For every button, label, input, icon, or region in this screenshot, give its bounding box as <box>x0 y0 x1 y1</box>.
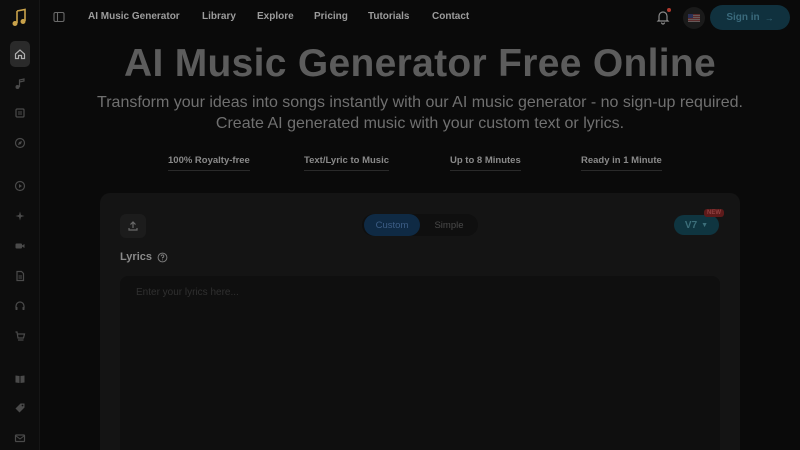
nav-link-pricing[interactable]: Pricing <box>314 11 348 22</box>
feature-royalty-free: 100% Royalty-free <box>168 155 250 171</box>
feature-length: Up to 8 Minutes <box>450 155 521 171</box>
sidebar-item-sparkles[interactable] <box>9 205 31 227</box>
sidebar-toggle-icon[interactable] <box>53 11 65 23</box>
lyrics-label-text: Lyrics <box>120 251 153 263</box>
nav-link-ai-music-generator[interactable]: AI Music Generator <box>88 11 180 22</box>
page-title: AI Music Generator Free Online <box>124 42 716 85</box>
compass-icon <box>14 137 26 149</box>
sidebar-item-book[interactable] <box>9 368 31 390</box>
circle-play-icon <box>14 180 26 192</box>
sidebar-item-headphones[interactable] <box>9 295 31 317</box>
lyrics-label: Lyrics <box>120 251 168 263</box>
model-version-dropdown[interactable]: V7 ▼ <box>674 215 719 235</box>
feature-text-to-music: Text/Lyric to Music <box>304 155 389 171</box>
sidebar-item-video[interactable] <box>9 235 31 257</box>
sidebar-item-pricing[interactable] <box>9 397 31 419</box>
upload-button[interactable] <box>120 214 146 238</box>
tag-icon <box>15 403 25 413</box>
mode-custom-tab[interactable]: Custom <box>364 214 420 236</box>
sidebar-item-library[interactable] <box>9 102 31 124</box>
music-note-icon <box>15 78 25 89</box>
notification-dot <box>667 8 671 12</box>
sidebar-item-cart[interactable] <box>9 325 31 347</box>
lyrics-input[interactable]: Enter your lyrics here... <box>120 276 720 450</box>
hero-subtitle-line-1: Transform your ideas into songs instantl… <box>97 94 743 111</box>
language-selector[interactable] <box>683 7 705 29</box>
us-flag-icon <box>688 14 700 22</box>
feature-speed: Ready in 1 Minute <box>581 155 662 171</box>
generator-card: Custom Simple V7 ▼ NEW Lyrics Enter your… <box>100 193 740 450</box>
chevron-down-icon: ▼ <box>701 221 709 229</box>
arrow-right-icon: → <box>764 12 774 23</box>
nav-link-contact[interactable]: Contact <box>432 11 469 22</box>
sidebar-item-document[interactable] <box>9 265 31 287</box>
mail-icon <box>14 434 26 443</box>
sidebar-item-music[interactable] <box>9 73 31 95</box>
sidebar-item-player[interactable] <box>9 175 31 197</box>
nav-link-explore[interactable]: Explore <box>257 11 294 22</box>
mode-simple-tab[interactable]: Simple <box>422 214 476 236</box>
help-icon[interactable] <box>157 252 168 263</box>
book-icon <box>15 375 25 383</box>
document-icon <box>16 270 25 282</box>
cart-icon <box>15 331 26 341</box>
home-icon <box>14 49 26 60</box>
mode-toggle: Custom Simple <box>362 214 478 236</box>
version-label: V7 <box>684 219 698 231</box>
sidebar-item-explore[interactable] <box>9 132 31 154</box>
new-badge: NEW <box>704 209 724 217</box>
sign-in-button[interactable]: Sign in → <box>710 5 790 30</box>
sparkles-icon <box>15 211 25 221</box>
lyrics-placeholder: Enter your lyrics here... <box>136 287 239 298</box>
nav-link-library[interactable]: Library <box>202 11 236 22</box>
top-navigation: AI Music Generator Library Explore Prici… <box>40 0 800 36</box>
library-icon <box>15 108 25 118</box>
sidebar-item-home[interactable] <box>10 41 30 67</box>
headphones-icon <box>15 301 25 310</box>
sidebar <box>0 0 40 450</box>
app-logo-icon[interactable] <box>10 8 30 28</box>
upload-icon <box>128 221 138 231</box>
hero-subtitle-line-2: Create AI generated music with your cust… <box>215 115 625 132</box>
nav-link-tutorials[interactable]: Tutorials <box>368 11 409 22</box>
sidebar-item-mail[interactable] <box>9 427 31 449</box>
sign-in-label: Sign in <box>726 12 760 23</box>
video-icon <box>15 243 25 249</box>
